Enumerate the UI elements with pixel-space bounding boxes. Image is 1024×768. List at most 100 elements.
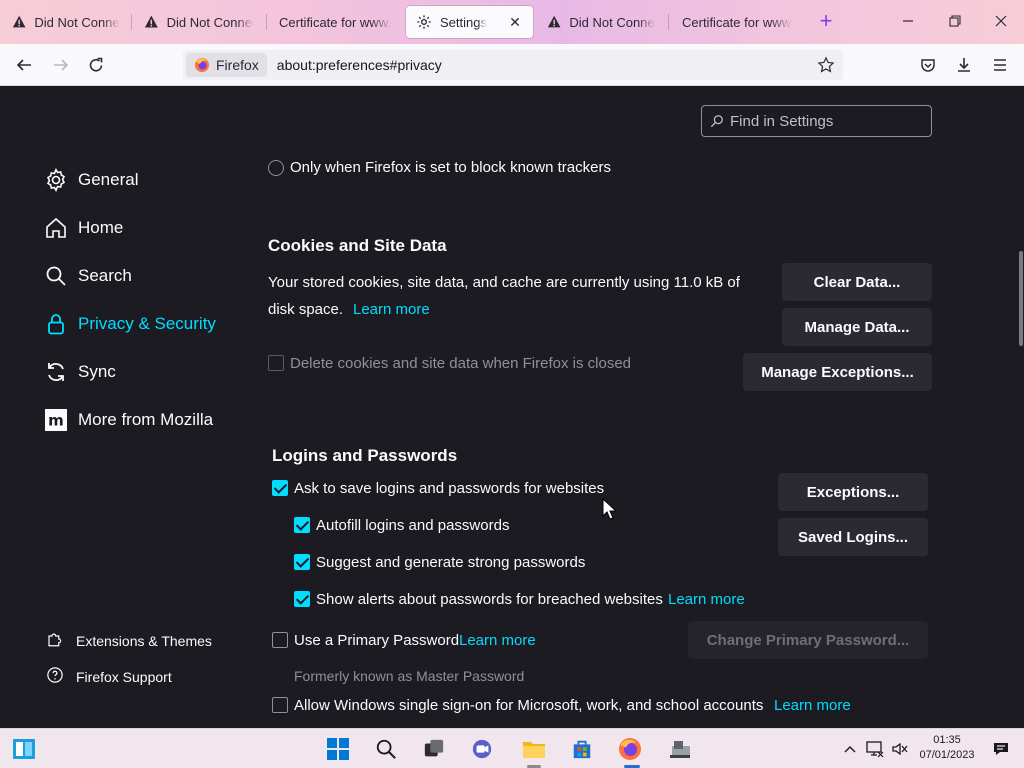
tab-title: Certificate for www.y: [682, 14, 792, 30]
notification-icon: [994, 743, 1008, 755]
sidebar-item-label: More from Mozilla: [78, 410, 214, 429]
saved-logins-button[interactable]: Saved Logins...: [778, 518, 928, 556]
pocket-button[interactable]: [916, 53, 940, 77]
sidebar-item-search[interactable]: Search: [44, 264, 132, 288]
tab-did-not-connect-3[interactable]: Did Not Connect: [537, 6, 665, 38]
star-icon: [817, 56, 835, 73]
scrollbar-thumb[interactable]: [1019, 251, 1023, 346]
firefox-logo-icon: [195, 58, 209, 72]
search-icon: [44, 264, 68, 288]
tab-did-not-connect-2[interactable]: Did Not Connect: [134, 6, 264, 38]
reload-button[interactable]: [84, 53, 108, 77]
cookies-usage-line1: Your stored cookies, site data, and cach…: [268, 274, 740, 291]
downloads-button[interactable]: [952, 53, 976, 77]
new-tab-button[interactable]: +: [816, 10, 836, 32]
back-button[interactable]: [12, 53, 36, 77]
sidebar-item-general[interactable]: General: [44, 168, 138, 192]
warning-icon: [547, 15, 561, 28]
download-icon: [958, 58, 970, 72]
sidebar-item-label: Search: [78, 266, 132, 285]
window-close-button[interactable]: [991, 12, 1011, 32]
reload-icon: [89, 57, 103, 72]
warning-icon: [12, 15, 26, 28]
url-text[interactable]: about:preferences#privacy: [277, 57, 442, 73]
bookmark-star-button[interactable]: [815, 54, 837, 76]
sidebar-item-label: Home: [78, 218, 124, 237]
file-explorer-button[interactable]: [520, 735, 548, 763]
forward-button[interactable]: [49, 53, 73, 77]
tab-title: Did Not Connect: [166, 14, 254, 30]
tab-certificate-y[interactable]: Certificate for www.y: [672, 6, 802, 38]
clock-date: 07/01/2023: [919, 749, 975, 761]
primary-password-label: Use a Primary Password: [294, 632, 460, 649]
delete-cookies-on-close-label: Delete cookies and site data when Firefo…: [290, 355, 632, 372]
ask-to-save-logins-checkbox[interactable]: [272, 480, 288, 496]
svg-text:m: m: [48, 412, 64, 430]
tab-certificate-g[interactable]: Certificate for www.g: [269, 6, 403, 38]
task-view-button[interactable]: [420, 735, 448, 763]
app-menu-button[interactable]: [988, 53, 1012, 77]
gear-icon: [417, 15, 431, 29]
find-in-settings-input[interactable]: Find in Settings: [701, 105, 932, 137]
primary-password-learn-more-link[interactable]: Learn more: [459, 632, 536, 649]
manage-exceptions-button[interactable]: Manage Exceptions...: [743, 353, 932, 391]
change-primary-password-button[interactable]: Change Primary Password...: [688, 621, 928, 659]
widgets-button[interactable]: [10, 735, 38, 763]
app-taskbar-button[interactable]: [666, 735, 694, 763]
minimize-button[interactable]: [898, 12, 918, 32]
sidebar-item-more-from-mozilla[interactable]: m More from Mozilla: [44, 408, 213, 432]
chat-button[interactable]: [468, 735, 496, 763]
search-icon: [376, 739, 396, 759]
breach-alerts-checkbox[interactable]: [294, 591, 310, 607]
login-exceptions-button[interactable]: Exceptions...: [778, 473, 928, 511]
pocket-icon: [921, 59, 935, 72]
forward-arrow-icon: [54, 59, 69, 71]
clear-data-button[interactable]: Clear Data...: [782, 263, 932, 301]
primary-password-checkbox[interactable]: [272, 632, 288, 648]
close-icon[interactable]: ✕: [507, 14, 523, 31]
notifications-button[interactable]: [988, 735, 1014, 763]
taskbar-search-button[interactable]: [372, 735, 400, 763]
ask-to-save-logins-label: Ask to save logins and passwords for web…: [294, 480, 605, 497]
taskbar-clock[interactable]: 01:35 07/01/2023: [916, 733, 978, 763]
windows-logo-icon: [327, 738, 349, 760]
tab-did-not-connect-1[interactable]: Did Not Connect: [2, 6, 130, 38]
tray-overflow-button[interactable]: [838, 735, 862, 763]
sidebar-item-sync[interactable]: Sync: [44, 360, 116, 384]
minimize-icon: [903, 20, 913, 22]
windows-sso-checkbox[interactable]: [272, 697, 288, 713]
manage-data-button[interactable]: Manage Data...: [782, 308, 932, 346]
delete-cookies-on-close-checkbox[interactable]: [268, 355, 284, 371]
hamburger-menu-icon: [994, 59, 1006, 71]
cookies-heading: Cookies and Site Data: [268, 236, 447, 255]
back-arrow-icon: [16, 59, 31, 71]
tracking-radio[interactable]: [268, 160, 284, 176]
suggest-passwords-checkbox[interactable]: [294, 554, 310, 570]
tab-settings[interactable]: Settings ✕: [406, 6, 533, 38]
tab-separator: [131, 14, 132, 30]
help-icon: [46, 666, 64, 687]
formerly-master-password-note: Formerly known as Master Password: [294, 668, 525, 684]
restore-button[interactable]: [945, 12, 965, 32]
firefox-taskbar-button[interactable]: [616, 735, 644, 763]
clock-time: 01:35: [933, 734, 961, 746]
tracking-radio-label: Only when Firefox is set to block known …: [290, 159, 611, 176]
autofill-logins-checkbox[interactable]: [294, 517, 310, 533]
sidebar-item-home[interactable]: Home: [44, 216, 123, 240]
start-button[interactable]: [324, 735, 352, 763]
sidebar-footer-extensions-themes[interactable]: Extensions & Themes: [46, 630, 212, 651]
computer-app-icon: [670, 741, 690, 758]
breach-alerts-label: Show alerts about passwords for breached…: [316, 591, 663, 608]
breach-alerts-learn-more-link[interactable]: Learn more: [668, 591, 745, 608]
identity-box[interactable]: Firefox: [186, 53, 267, 77]
windows-sso-learn-more-link[interactable]: Learn more: [774, 697, 851, 714]
sidebar-footer-firefox-support[interactable]: Firefox Support: [46, 666, 172, 687]
volume-button[interactable]: [888, 735, 912, 763]
firefox-logo-icon: [619, 738, 641, 760]
network-status-button[interactable]: [862, 735, 888, 763]
cookies-learn-more-link[interactable]: Learn more: [353, 301, 430, 318]
url-bar[interactable]: Firefox about:preferences#privacy: [183, 50, 843, 80]
close-icon: [995, 15, 1007, 27]
sidebar-item-privacy-security[interactable]: Privacy & Security: [44, 312, 216, 336]
microsoft-store-button[interactable]: [568, 735, 596, 763]
